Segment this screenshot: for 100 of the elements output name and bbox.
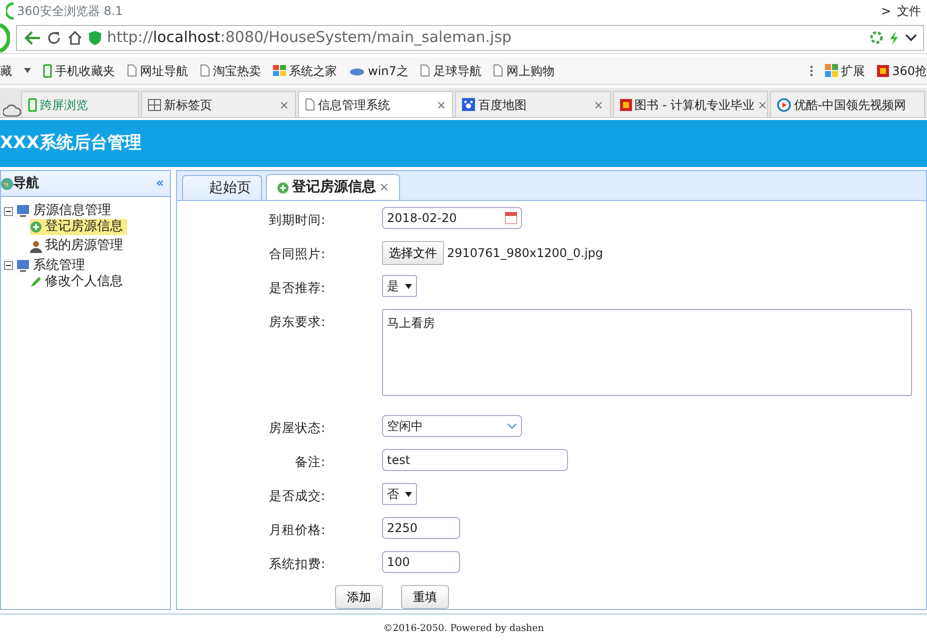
page-tab[interactable]: 起始页 <box>182 175 262 200</box>
bookmark-link[interactable]: 系统之家 <box>273 62 337 80</box>
select-field[interactable]: 是 <box>382 275 417 297</box>
page-icon <box>420 64 430 77</box>
tree-node[interactable]: 房源信息管理 <box>4 203 170 219</box>
tree-item[interactable]: 登记房源信息 <box>30 219 127 235</box>
pencil-icon <box>30 276 42 288</box>
caret-down-icon <box>405 284 412 288</box>
field-label: 备注: <box>294 453 326 471</box>
square-icon <box>877 64 890 76</box>
collapse-icon <box>4 261 13 270</box>
page-icon <box>305 98 316 111</box>
user-icon <box>30 240 42 252</box>
url-text: http://localhost:8080/HouseSystem/main_saleman.jsp <box>107 27 513 48</box>
tab-label: 信息管理系统 <box>318 96 392 114</box>
phone-icon <box>43 64 52 78</box>
bookmark-link[interactable]: 淘宝热卖 <box>200 62 261 80</box>
date-field[interactable]: 2018-02-20 <box>382 207 522 229</box>
add-icon <box>277 182 289 194</box>
close-icon[interactable]: × <box>594 96 604 114</box>
menu-item[interactable]: 文件 <box>897 2 921 20</box>
tree-item[interactable]: 我的房源管理 <box>30 238 127 254</box>
phone-icon <box>28 98 37 112</box>
add-button[interactable]: 添加 <box>335 585 383 609</box>
page-icon <box>493 64 504 77</box>
home-icon <box>67 30 83 44</box>
close-icon[interactable]: × <box>758 96 767 114</box>
play-icon <box>776 98 791 112</box>
page-icon <box>200 64 210 77</box>
browser-tab[interactable]: 百度地图 × <box>455 91 611 117</box>
collapse-icon <box>4 206 13 216</box>
tab-label: 新标签页 <box>164 96 213 114</box>
collapse-icon[interactable]: « <box>156 174 164 194</box>
browser-tab[interactable]: 图书 - 计算机专业毕业 × <box>612 91 768 117</box>
tab-label: 百度地图 <box>478 96 528 114</box>
page-tab[interactable]: 登记房源信息 × <box>266 174 400 200</box>
lightning-icon <box>889 30 899 44</box>
bookmark-link[interactable]: 扩展 <box>825 62 866 80</box>
caret-down-icon <box>405 492 412 496</box>
bookmark-link[interactable]: 网上购物 <box>493 62 554 80</box>
browser-tab[interactable]: 信息管理系统 × <box>298 91 454 117</box>
windows-icon <box>273 64 286 76</box>
tab-label: 跨屏浏览 <box>40 96 89 114</box>
shield-icon <box>89 30 101 44</box>
browser-tab[interactable]: 新标签页 × <box>140 91 296 117</box>
input-field[interactable]: test <box>382 449 568 471</box>
input-field[interactable]: 100 <box>382 551 460 573</box>
grid-icon <box>825 64 838 77</box>
field-label: 房屋状态: <box>268 419 326 437</box>
reset-button[interactable]: 重填 <box>401 585 449 609</box>
panel-title: 导航 <box>13 174 39 193</box>
field-label: 是否推荐: <box>268 279 326 297</box>
tree-node[interactable]: 系统管理 <box>4 258 170 274</box>
menu-arrow[interactable]: > <box>880 2 891 20</box>
browser-tab[interactable]: 优酷-中国领先视频网 <box>770 91 925 117</box>
chevron-down-icon <box>905 34 917 42</box>
tab-label: 优酷-中国领先视频网 <box>794 96 908 114</box>
grid-icon <box>148 98 161 110</box>
browser-logo-icon <box>6 2 14 20</box>
bookmark-link[interactable]: 手机收藏夹 <box>43 62 115 80</box>
square-icon <box>620 98 632 110</box>
tab-label: 图书 - 计算机专业毕业 <box>634 96 755 114</box>
input-field[interactable]: 2250 <box>382 517 460 539</box>
field-value: 2018-02-20 <box>387 210 457 227</box>
address-bar[interactable]: http://localhost:8080/HouseSystem/main_saleman.jsp <box>16 24 924 50</box>
monitor-icon <box>16 260 30 272</box>
bookmark-link[interactable]: 足球导航 <box>420 62 482 80</box>
select-field[interactable]: 空闲中 <box>382 415 522 437</box>
speed-icon <box>870 31 883 44</box>
field-label: 系统扣费: <box>268 555 326 573</box>
browser-logo-icon <box>0 22 10 52</box>
field-label: 月租价格: <box>268 521 326 539</box>
add-icon <box>30 221 42 233</box>
field-label: 合同照片: <box>268 245 326 263</box>
paw-icon <box>462 98 476 111</box>
footer-text: ©2016-2050. Powered by dashen <box>383 622 544 636</box>
choose-file-button[interactable]: 选择文件 <box>382 241 444 265</box>
close-icon[interactable]: × <box>436 96 446 114</box>
caret-down-icon <box>24 68 31 73</box>
bookmark-link[interactable]: 360抢 <box>877 62 927 80</box>
tree-item[interactable]: 修改个人信息 <box>30 274 127 290</box>
field-label: 到期时间: <box>268 211 326 229</box>
bookmark-link[interactable]: win7之 <box>349 62 408 80</box>
field-label: 房东要求: <box>268 313 326 331</box>
app-title: XXX系统后台管理 <box>0 132 142 155</box>
browser-tab[interactable]: 跨屏浏览 <box>21 91 139 117</box>
file-name: 2910761_980x1200_0.jpg <box>447 245 604 262</box>
close-icon[interactable]: × <box>379 178 390 197</box>
close-icon[interactable]: × <box>279 96 290 114</box>
select-field[interactable]: 否 <box>382 483 417 505</box>
window-title: 360安全浏览器 8.1 <box>17 3 123 20</box>
bookmark-link[interactable]: 藏 <box>0 62 12 80</box>
more-icon <box>810 64 814 76</box>
text-area[interactable]: 马上看房 <box>382 309 912 396</box>
calendar-icon <box>505 212 517 224</box>
bookmark-link[interactable]: 网址导航 <box>127 62 188 80</box>
monitor-icon <box>16 205 30 217</box>
field-label: 是否成交: <box>268 487 326 505</box>
page-icon <box>127 64 137 77</box>
chevron-down-icon <box>507 422 517 430</box>
